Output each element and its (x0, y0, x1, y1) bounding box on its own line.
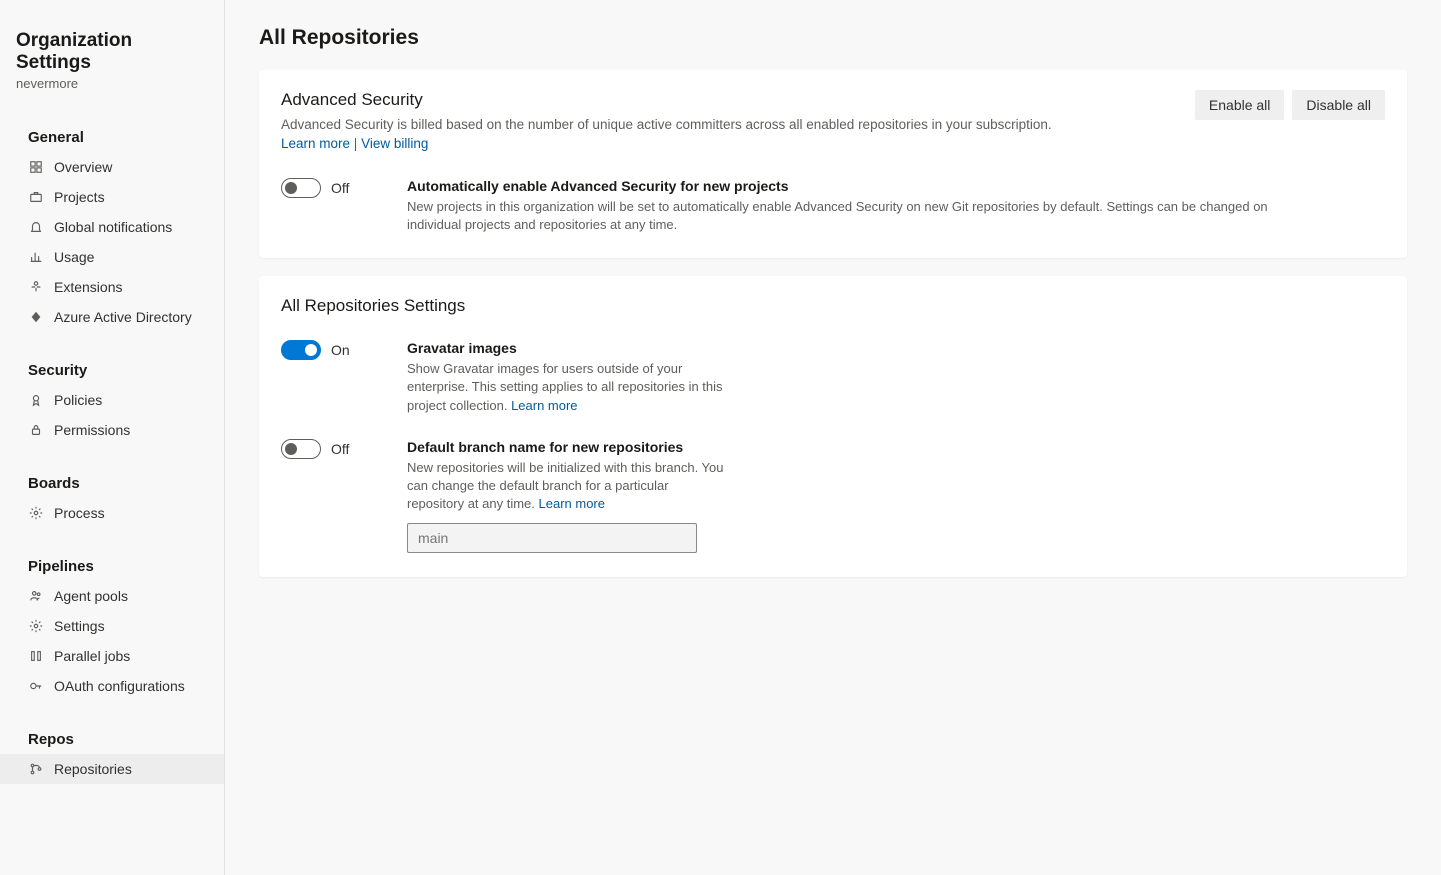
sidebar-item-repositories[interactable]: Repositories (0, 754, 224, 784)
sidebar-item-label: Process (54, 505, 105, 521)
card-title: All Repositories Settings (281, 296, 1385, 316)
card-header-text: Advanced Security Advanced Security is b… (281, 90, 1052, 154)
learn-more-link[interactable]: Learn more (511, 398, 577, 413)
view-billing-link[interactable]: View billing (361, 136, 428, 151)
enable-all-button[interactable]: Enable all (1195, 90, 1285, 120)
default-branch-toggle[interactable] (281, 439, 321, 459)
sidebar-item-process[interactable]: Process (0, 498, 224, 528)
medal-icon (28, 392, 44, 408)
button-group: Enable all Disable all (1195, 90, 1385, 120)
setting-title: Automatically enable Advanced Security f… (407, 178, 1307, 194)
sidebar-item-label: Azure Active Directory (54, 309, 192, 325)
separator: | (350, 136, 361, 151)
nav-heading: General (0, 123, 224, 152)
sidebar-item-label: Global notifications (54, 219, 172, 235)
sidebar-item-policies[interactable]: Policies (0, 385, 224, 415)
people-icon (28, 588, 44, 604)
sidebar: Organization Settings nevermore General … (0, 0, 225, 875)
nav-section-security: Security Policies Permissions (0, 356, 224, 445)
sidebar-item-label: Usage (54, 249, 94, 265)
setting-description: New repositories will be initialized wit… (407, 459, 727, 514)
card-description: Advanced Security is billed based on the… (281, 116, 1052, 154)
setting-text: Automatically enable Advanced Security f… (407, 178, 1307, 234)
sidebar-item-agent-pools[interactable]: Agent pools (0, 581, 224, 611)
advanced-security-card: Advanced Security Advanced Security is b… (259, 70, 1407, 258)
setting-description: Show Gravatar images for users outside o… (407, 360, 727, 415)
sidebar-item-label: Settings (54, 618, 105, 634)
sidebar-item-oauth[interactable]: OAuth configurations (0, 671, 224, 701)
sidebar-item-permissions[interactable]: Permissions (0, 415, 224, 445)
key-icon (28, 678, 44, 694)
learn-more-link[interactable]: Learn more (539, 496, 605, 511)
sidebar-item-extensions[interactable]: Extensions (0, 272, 224, 302)
sidebar-item-usage[interactable]: Usage (0, 242, 224, 272)
gear-icon (28, 618, 44, 634)
gravatar-toggle[interactable] (281, 340, 321, 360)
card-description-text: Advanced Security is billed based on the… (281, 117, 1052, 132)
puzzle-icon (28, 279, 44, 295)
learn-more-link[interactable]: Learn more (281, 136, 350, 151)
nav-heading: Boards (0, 469, 224, 498)
diamond-icon (28, 309, 44, 325)
toggle-state-label: Off (331, 441, 349, 457)
auto-enable-toggle[interactable] (281, 178, 321, 198)
card-header: Advanced Security Advanced Security is b… (281, 90, 1385, 154)
nav-section-general: General Overview Projects Global notific… (0, 123, 224, 332)
setting-description: New projects in this organization will b… (407, 198, 1307, 234)
card-title: Advanced Security (281, 90, 1052, 110)
disable-all-button[interactable]: Disable all (1292, 90, 1385, 120)
setting-text: Gravatar images Show Gravatar images for… (407, 340, 727, 415)
nav-heading: Pipelines (0, 552, 224, 581)
sidebar-item-parallel-jobs[interactable]: Parallel jobs (0, 641, 224, 671)
auto-enable-setting: Off Automatically enable Advanced Securi… (281, 178, 1385, 234)
repo-icon (28, 761, 44, 777)
gear-icon (28, 505, 44, 521)
sidebar-item-label: OAuth configurations (54, 678, 185, 694)
nav-heading: Repos (0, 725, 224, 754)
default-branch-input[interactable] (407, 523, 697, 553)
main-content: All Repositories Advanced Security Advan… (225, 0, 1441, 875)
toggle-column: Off (281, 178, 391, 198)
bell-icon (28, 219, 44, 235)
toggle-column: On (281, 340, 391, 360)
sidebar-header: Organization Settings nevermore (0, 20, 224, 99)
sidebar-item-label: Policies (54, 392, 102, 408)
gravatar-setting: On Gravatar images Show Gravatar images … (281, 340, 1385, 415)
sidebar-item-label: Parallel jobs (54, 648, 130, 664)
sidebar-item-label: Repositories (54, 761, 132, 777)
lock-icon (28, 422, 44, 438)
grid-icon (28, 159, 44, 175)
default-branch-setting: Off Default branch name for new reposito… (281, 439, 1385, 554)
columns-icon (28, 648, 44, 664)
sidebar-item-overview[interactable]: Overview (0, 152, 224, 182)
nav-section-pipelines: Pipelines Agent pools Settings Parallel … (0, 552, 224, 701)
sidebar-item-aad[interactable]: Azure Active Directory (0, 302, 224, 332)
repo-settings-card: All Repositories Settings On Gravatar im… (259, 276, 1407, 577)
sidebar-item-label: Projects (54, 189, 105, 205)
nav-section-boards: Boards Process (0, 469, 224, 528)
sidebar-item-label: Overview (54, 159, 112, 175)
sidebar-item-projects[interactable]: Projects (0, 182, 224, 212)
toggle-column: Off (281, 439, 391, 459)
sidebar-item-label: Permissions (54, 422, 130, 438)
briefcase-icon (28, 189, 44, 205)
page-title: All Repositories (259, 26, 1407, 50)
sidebar-item-settings[interactable]: Settings (0, 611, 224, 641)
sidebar-title: Organization Settings (16, 30, 208, 74)
toggle-state-label: Off (331, 180, 349, 196)
sidebar-item-global-notifications[interactable]: Global notifications (0, 212, 224, 242)
toggle-state-label: On (331, 342, 350, 358)
chart-icon (28, 249, 44, 265)
setting-title: Gravatar images (407, 340, 727, 356)
setting-title: Default branch name for new repositories (407, 439, 727, 455)
nav-section-repos: Repos Repositories (0, 725, 224, 784)
nav-heading: Security (0, 356, 224, 385)
setting-text: Default branch name for new repositories… (407, 439, 727, 554)
sidebar-subtitle: nevermore (16, 76, 208, 91)
sidebar-item-label: Agent pools (54, 588, 128, 604)
sidebar-item-label: Extensions (54, 279, 122, 295)
